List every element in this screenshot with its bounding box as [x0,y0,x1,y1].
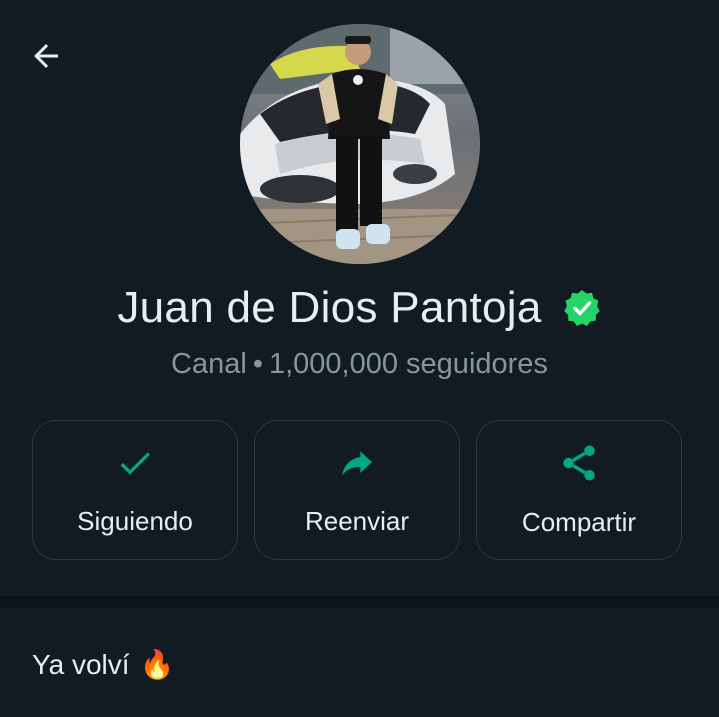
action-buttons: Siguiendo Reenviar Compartir [32,420,682,560]
check-icon [115,443,155,488]
channel-description: Ya volví 🔥 [32,648,174,681]
share-icon [558,442,600,489]
separator-dot: • [252,348,263,380]
following-label: Siguiendo [77,506,193,536]
channel-name-row: Juan de Dios Pantoja [0,278,719,338]
channel-avatar[interactable] [240,24,480,264]
followers-count: 1,000,000 seguidores [268,348,548,380]
section-divider [0,596,719,608]
channel-info-screen: Juan de Dios Pantoja Canal • 1,000,000 seg… [0,0,719,717]
fire-emoji: 🔥 [139,649,175,680]
following-button[interactable]: Siguiendo [32,420,238,560]
avatar-photo [240,24,480,264]
verified-badge-icon [562,288,602,328]
forward-button[interactable]: Reenviar [254,420,460,560]
channel-name: Juan de Dios Pantoja [117,283,542,332]
forward-label: Reenviar [304,506,410,536]
arrow-left-icon [28,38,64,79]
forward-icon [337,443,377,488]
channel-type-label: Canal [171,348,247,380]
channel-subtitle: Canal • 1,000,000 seguidores [0,348,719,381]
back-button[interactable] [22,34,70,82]
share-label: Compartir [521,507,637,537]
description-text: Ya volví [32,648,130,680]
share-button[interactable]: Compartir [476,420,682,560]
